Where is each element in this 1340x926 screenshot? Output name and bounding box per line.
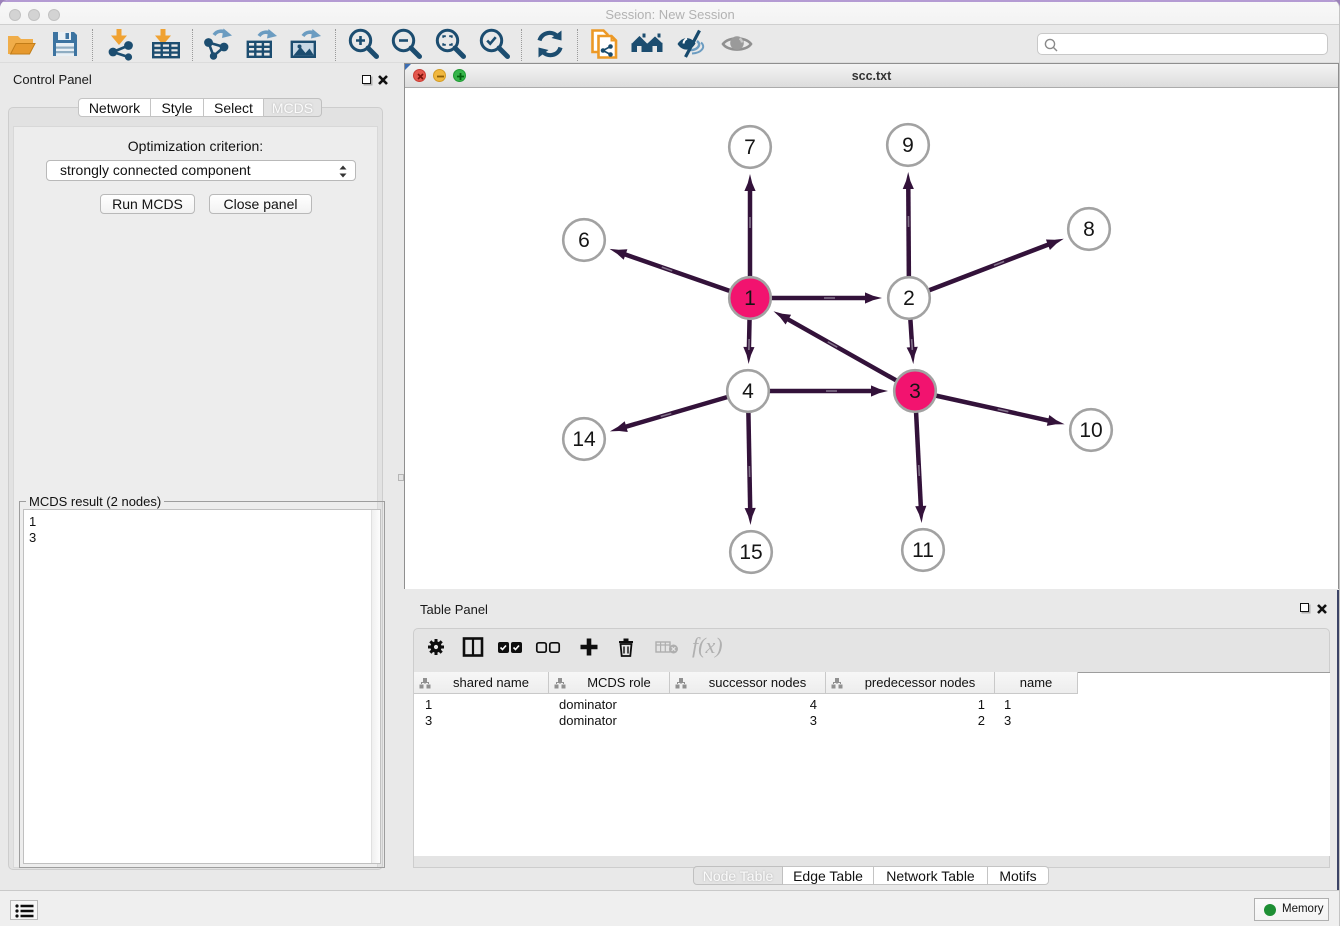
svg-text:14: 14 (572, 428, 596, 451)
svg-text:7: 7 (744, 136, 756, 159)
svg-text:10: 10 (1079, 419, 1102, 442)
svg-text:9: 9 (902, 134, 914, 157)
svg-text:8: 8 (1083, 218, 1095, 241)
svg-text:11: 11 (912, 539, 934, 562)
svg-text:2: 2 (903, 287, 915, 310)
svg-text:4: 4 (742, 380, 754, 403)
svg-text:3: 3 (909, 380, 921, 403)
svg-text:6: 6 (578, 229, 590, 252)
svg-text:1: 1 (744, 287, 756, 310)
svg-text:15: 15 (739, 541, 762, 564)
